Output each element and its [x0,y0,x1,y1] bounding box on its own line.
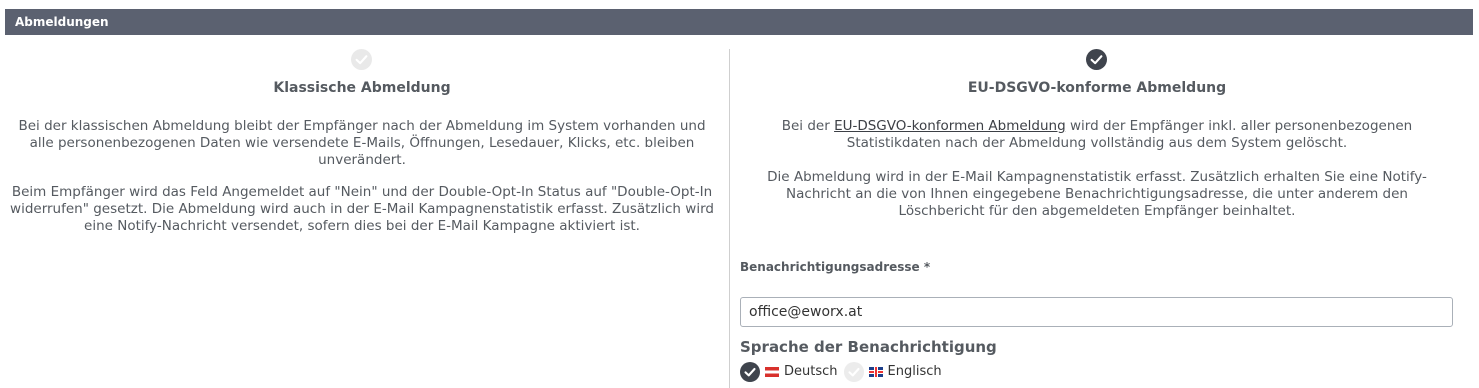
notification-language-title: Sprache der Benachrichtigung [740,338,997,356]
gdpr-description-1: Bei der EU-DSGVO-konformen Abmeldung wir… [760,118,1434,152]
language-radio-englisch[interactable] [843,361,864,382]
classic-option-check-icon[interactable] [351,49,372,70]
classic-description-2: Beim Empfänger wird das Feld Angemeldet … [10,184,714,234]
gdpr-title: EU-DSGVO-konforme Abmeldung [967,80,1227,96]
gdpr-info-link[interactable]: EU-DSGVO-konformen Abmeldung [834,118,1066,134]
section-header: Abmeldungen [5,9,1473,35]
notification-address-label: Benachrichtigungsadresse * [740,260,931,274]
section-title: Abmeldungen [15,15,109,29]
language-options: Deutsch Englisch [740,361,948,382]
classic-description-1: Bei der klassischen Abmeldung bleibt der… [18,118,706,168]
uk-flag-icon [868,366,883,377]
language-label-englisch[interactable]: Englisch [888,364,942,379]
language-radio-deutsch[interactable] [740,361,760,382]
column-divider [729,49,730,388]
gdpr-option-check-icon[interactable] [1086,49,1107,70]
austria-flag-icon [765,366,779,377]
classic-title: Klassische Abmeldung [273,80,451,96]
notification-address-input[interactable] [740,297,1453,327]
language-label-deutsch[interactable]: Deutsch [784,364,838,379]
gdpr-description-prefix: Bei der [781,118,835,134]
gdpr-description-2: Die Abmeldung wird in der E-Mail Kampagn… [767,169,1427,219]
